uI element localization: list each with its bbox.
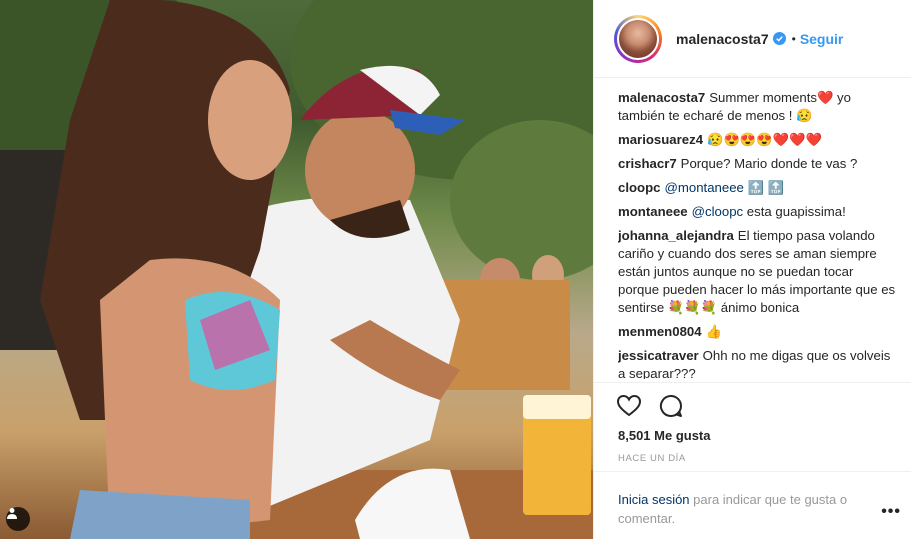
comment-mention[interactable]: @cloopc — [692, 204, 744, 219]
header-username[interactable]: malenacosta7 — [676, 31, 769, 47]
comment-text: esta guapissima! — [743, 204, 846, 219]
comment-item: menmen0804 👍 — [618, 323, 896, 341]
comment-list[interactable]: malenacosta7 Summer moments❤️ yo también … — [618, 89, 896, 379]
comment-mention[interactable]: @montaneee — [665, 180, 744, 195]
post-photo[interactable] — [0, 0, 593, 539]
user-tag-icon — [7, 508, 17, 519]
comment-item: cloopc @montaneee 🔝 🔝 — [618, 179, 896, 197]
comment-username[interactable]: jessicatraver — [618, 348, 699, 363]
comment-button[interactable] — [658, 393, 684, 419]
user-tag-button[interactable] — [6, 507, 30, 531]
comment-text: 🔝 🔝 — [743, 180, 785, 195]
more-options-button[interactable]: ••• — [881, 503, 901, 521]
verified-badge-icon — [772, 32, 786, 45]
post-header: malenacosta7 • Seguir — [594, 0, 911, 78]
comment-username[interactable]: malenacosta7 — [618, 90, 705, 105]
comment-username[interactable]: montaneee — [618, 204, 688, 219]
comment-item: crishacr7 Porque? Mario donde te vas ? — [618, 155, 896, 173]
action-icons — [616, 393, 684, 419]
comment-text: 👍 — [705, 324, 722, 339]
comment-username[interactable]: mariosuarez4 — [618, 132, 703, 147]
comment-item: johanna_alejandra El tiempo pasa volando … — [618, 227, 896, 317]
comment-username[interactable]: johanna_alejandra — [618, 228, 734, 243]
comment-item: malenacosta7 Summer moments❤️ yo también … — [618, 89, 896, 125]
comment-text: Porque? Mario donde te vas ? — [680, 156, 858, 171]
comment-item: jessicatraver Ohh no me digas que os volv… — [618, 347, 896, 379]
comment-item: mariosuarez4 😥😍😍😍❤️❤️❤️ — [618, 131, 896, 149]
heart-icon — [616, 394, 642, 417]
follow-button[interactable]: Seguir — [800, 31, 844, 47]
comment-icon — [659, 394, 682, 417]
comment-username[interactable]: crishacr7 — [618, 156, 677, 171]
avatar-image — [617, 17, 659, 60]
avatar[interactable] — [614, 14, 662, 63]
post-side-panel: malenacosta7 • Seguir malenacosta7 Summer… — [593, 0, 911, 539]
comment-username[interactable]: cloopc — [618, 180, 661, 195]
comment-item: montaneee @cloopc esta guapissima! — [618, 203, 896, 221]
post-timestamp[interactable]: HACE UN DÍA — [618, 453, 686, 464]
comment-text: 😥😍😍😍❤️❤️❤️ — [707, 132, 822, 147]
like-count[interactable]: 8,501 Me gusta — [618, 428, 711, 443]
post-actions: 8,501 Me gusta HACE UN DÍA — [594, 382, 911, 470]
separator-dot: • — [791, 31, 796, 46]
login-prompt: Inicia sesión para indicar que te gusta … — [594, 471, 911, 539]
login-link[interactable]: Inicia sesión — [618, 492, 690, 507]
photo-illustration — [0, 0, 593, 539]
like-button[interactable] — [616, 393, 642, 419]
comment-username[interactable]: menmen0804 — [618, 324, 702, 339]
